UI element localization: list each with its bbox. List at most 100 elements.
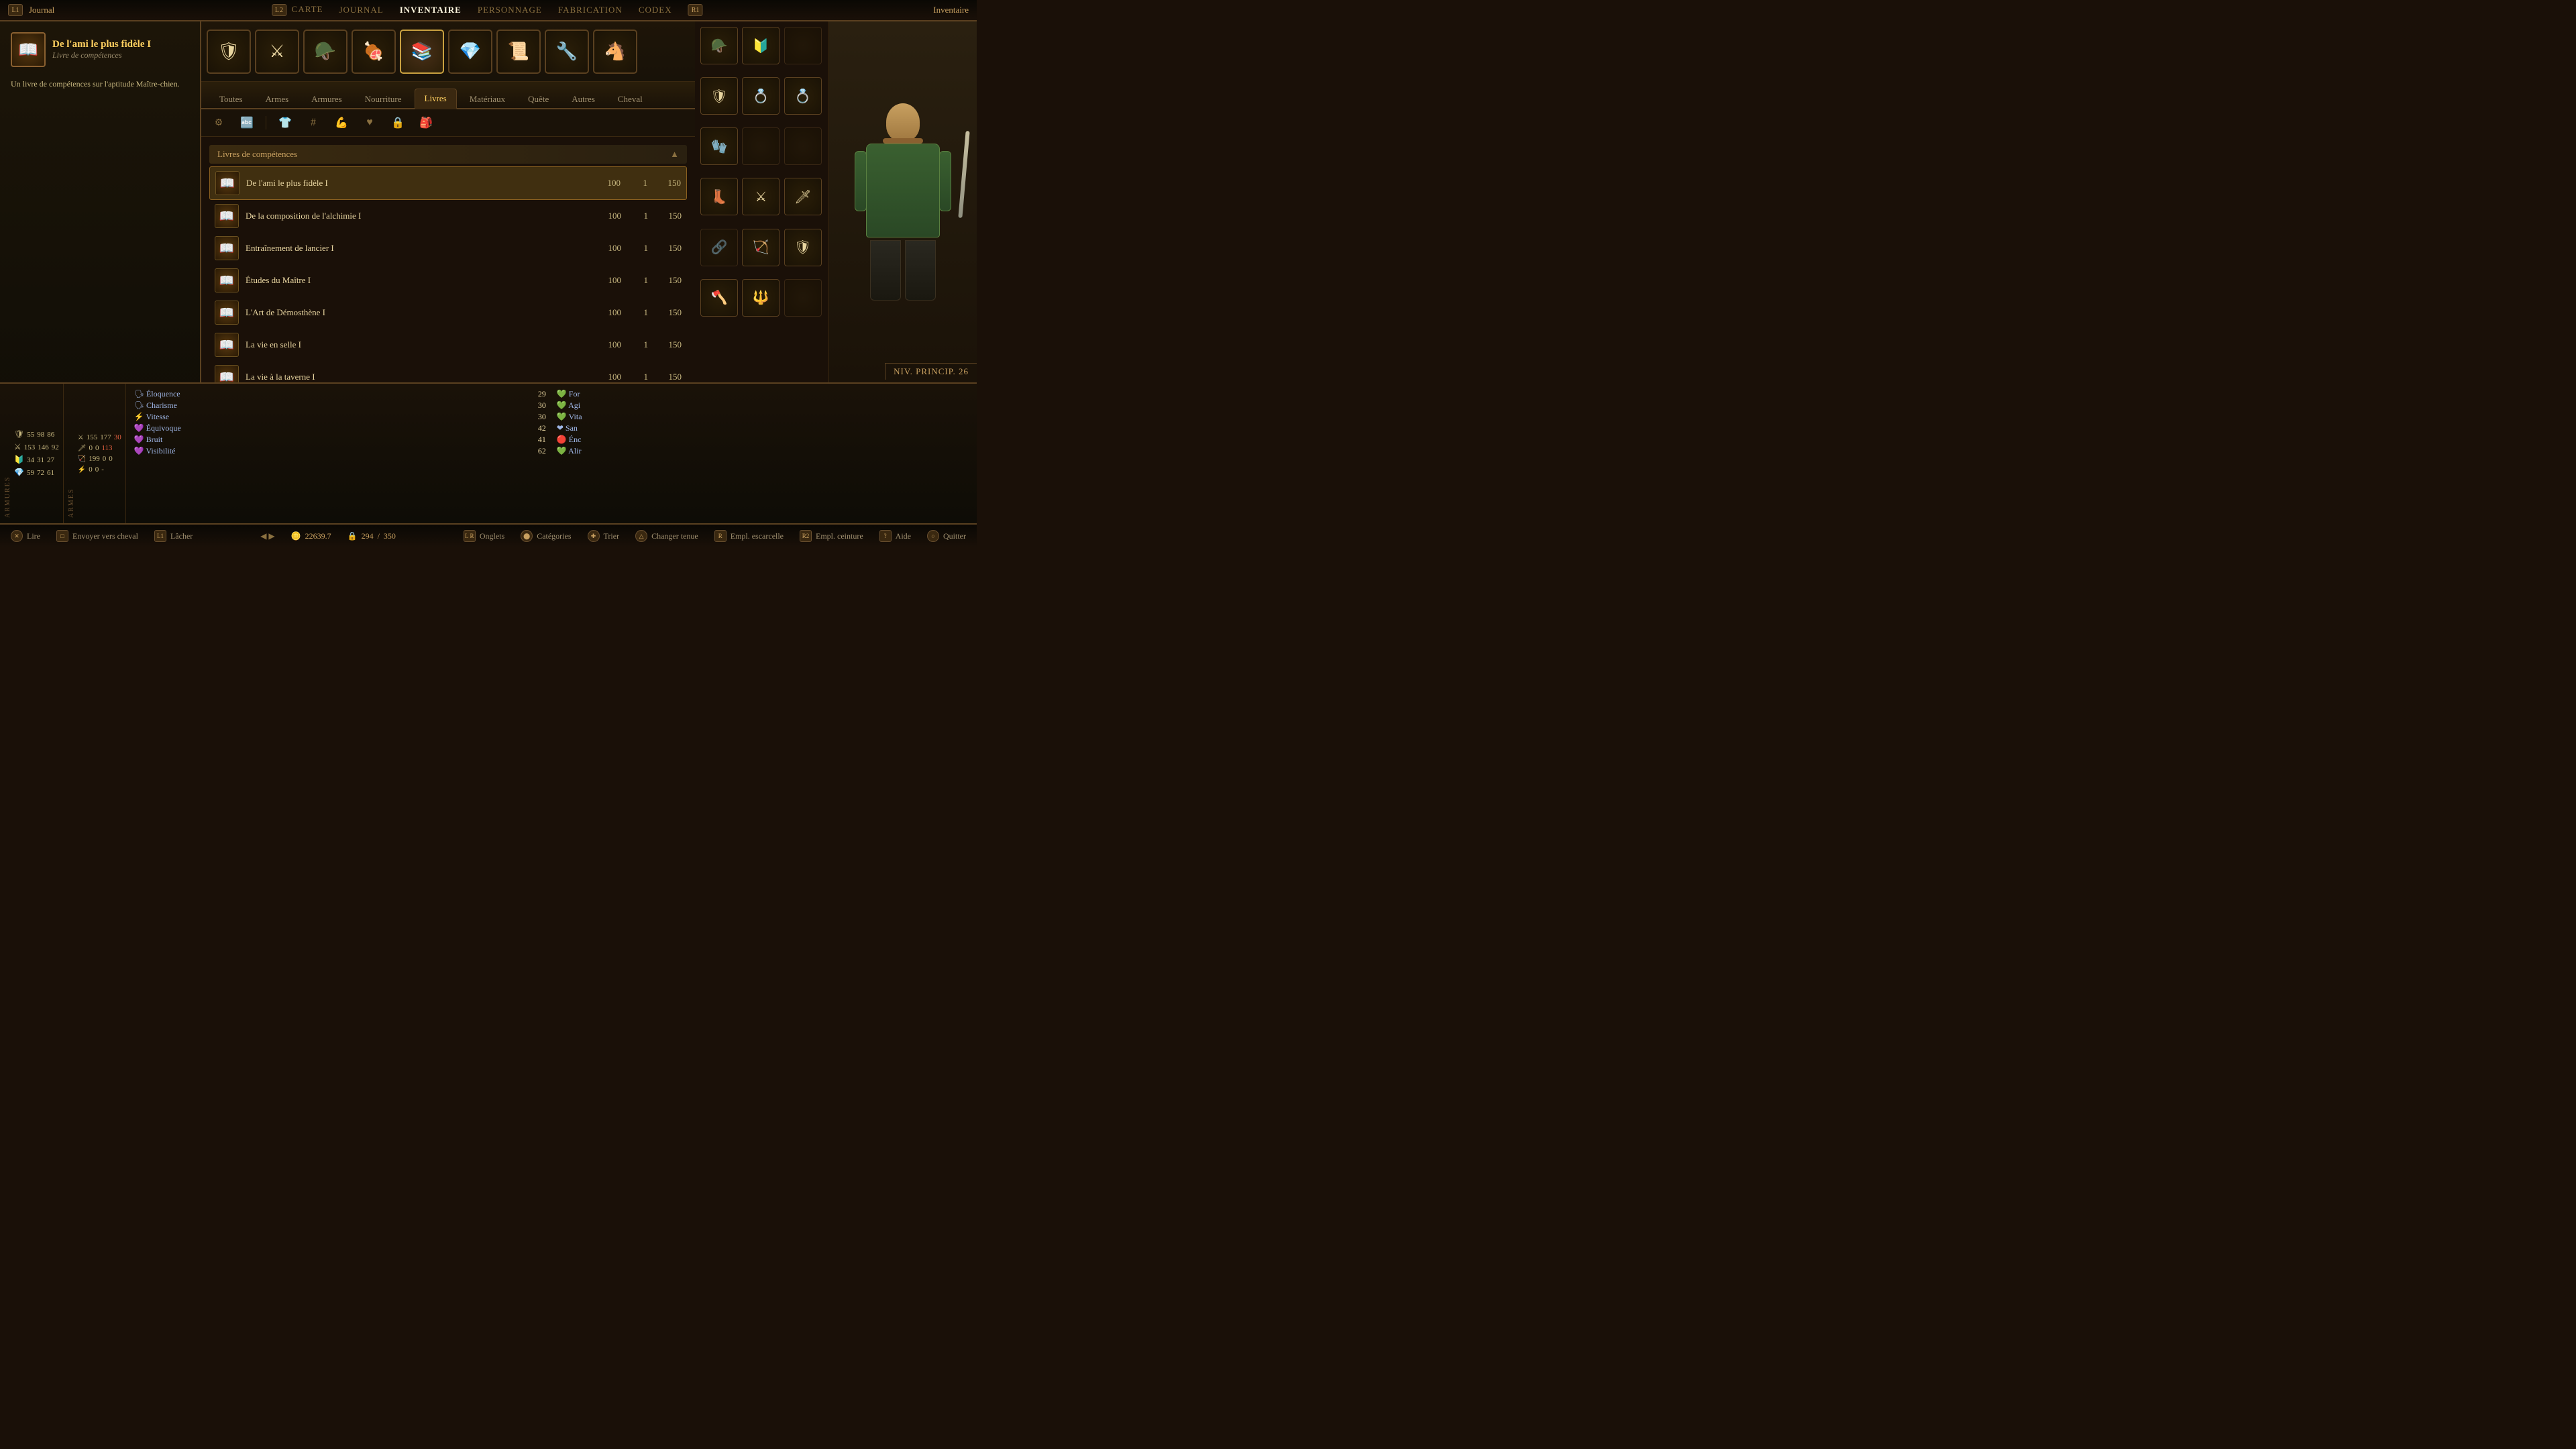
equip-slot-empty1[interactable] [784,27,822,64]
icon-weight[interactable]: 👕 [276,113,294,132]
skill-name-vita: 💚 Vita [557,412,582,422]
inv-slot-2[interactable]: 🪖 [303,30,347,74]
tab-autres[interactable]: Autres [561,89,605,109]
equip-slot-axe[interactable]: 🪓 [700,279,738,317]
journal-label: Journal [29,5,54,15]
skill-vita: 💚 Vita [557,412,969,422]
nav-codex[interactable]: CODEX [639,5,672,15]
equip-slot-ring1[interactable]: 💍 [742,77,780,115]
item-row[interactable]: 📖 L'Art de Démosthène I 100 1 150 [209,297,687,329]
skill-name-bruit: 💜 Bruit [134,435,163,445]
equip-slot-weapon1[interactable]: ⚔ [742,178,780,215]
item-qty-6: 1 [628,372,648,382]
section-scroll-arrow: ▲ [670,149,679,160]
equip-slot-boots[interactable]: 👢 [700,178,738,215]
inv-slot-1[interactable]: ⚔ [255,30,299,74]
item-val-5: 100 [594,339,621,350]
item-row[interactable]: 📖 De la composition de l'alchimie I 100 … [209,200,687,232]
equip-slot-ring2[interactable]: 💍 [784,77,822,115]
changer-tenue-label: Changer tenue [651,531,698,541]
lire-label: Lire [27,531,40,541]
btn-quitter[interactable]: ○ Quitter [927,530,966,542]
btn-envoyer-cheval[interactable]: □ Envoyer vers cheval [56,530,138,542]
inv-slot-6[interactable]: 📜 [496,30,541,74]
inv-slot-3[interactable]: 🍖 [352,30,396,74]
skill-val-bruit: 41 [538,435,546,445]
tab-livres[interactable]: Livres [415,89,457,109]
filter-icon[interactable]: ⚙ [209,113,228,132]
sort-az-icon[interactable]: 🔤 [237,113,256,132]
btn-categories[interactable]: ⬤ Catégories [521,530,571,542]
item-price-0: 150 [654,178,681,189]
skill-val-charisme: 30 [538,400,546,411]
btn-onglets[interactable]: L R Onglets [464,530,504,542]
tab-cheval[interactable]: Cheval [608,89,653,109]
equip-slot-empty5[interactable] [784,279,822,317]
item-icon-4: 📖 [215,301,239,325]
nav-journal[interactable]: JOURNAL [339,5,384,15]
l1-button[interactable]: L1 [8,4,23,16]
item-price-4: 150 [655,307,682,318]
lacher-label: Lâcher [170,531,193,541]
triangle-key: △ [635,530,647,542]
inv-slot-7[interactable]: 🔧 [545,30,589,74]
nav-personnage[interactable]: PERSONNAGE [478,5,542,15]
equip-slot-spear[interactable]: 🔱 [742,279,780,317]
item-qty-5: 1 [628,339,648,350]
btn-changer-tenue[interactable]: △ Changer tenue [635,530,698,542]
tab-armures[interactable]: Armures [301,89,352,109]
btn-lire[interactable]: ✕ Lire [11,530,40,542]
item-row[interactable]: 📖 De l'ami le plus fidèle I 100 1 150 [209,166,687,200]
tab-nourriture[interactable]: Nourriture [355,89,412,109]
nav-inventaire[interactable]: INVENTAIRE [400,5,462,15]
tab-quete[interactable]: Quête [518,89,559,109]
equip-slot-head[interactable]: 🪖 [700,27,738,64]
item-row[interactable]: 📖 Entraînement de lancier I 100 1 150 [209,232,687,264]
tab-armes[interactable]: Armes [255,89,299,109]
equip-slot-gloves[interactable]: 🧤 [700,127,738,165]
equip-slot-chest[interactable]: 🛡 [700,77,738,115]
icon-hash[interactable]: # [304,113,323,132]
equip-slot-empty2[interactable] [742,127,780,165]
btn-trier[interactable]: ✚ Trier [588,530,620,542]
weight-current: 294 [362,531,374,541]
skill-name-for: 💚 For [557,389,580,399]
btn-escarcelle[interactable]: R Empl. escarcelle [714,530,784,542]
item-val-3: 100 [594,275,621,286]
item-name-1: De la composition de l'alchimie I [246,211,588,221]
niv-badge: NIV. PRINCIP. 26 [885,363,977,380]
inv-slot-4[interactable]: 📚 [400,30,444,74]
btn-ceinture[interactable]: R2 Empl. ceinture [800,530,863,542]
inv-slot-5[interactable]: 💎 [448,30,492,74]
item-row[interactable]: 📖 La vie en selle I 100 1 150 [209,329,687,361]
character-portrait [829,21,977,382]
icon-heart[interactable]: ♥ [360,113,379,132]
equip-slot-empty3[interactable] [784,127,822,165]
item-name-6: La vie à la taverne I [246,372,588,382]
icon-strength[interactable]: 💪 [332,113,351,132]
inv-slot-8[interactable]: 🐴 [593,30,637,74]
item-icon-0: 📖 [215,171,239,195]
tab-toutes[interactable]: Toutes [209,89,252,109]
r1-button[interactable]: R1 [688,4,703,16]
nav-carte[interactable]: L2 CARTE [272,4,323,17]
item-row[interactable]: 📖 Études du Maître I 100 1 150 [209,264,687,297]
icon-lock[interactable]: 🔒 [388,113,407,132]
equip-slot-shield[interactable]: 🛡 [784,229,822,266]
btn-aide[interactable]: ? Aide [879,530,911,542]
equip-slot-weapon2[interactable]: 🗡 [784,178,822,215]
nav-arrow-left[interactable]: ◀ ▶ [260,531,274,541]
tab-materiaux[interactable]: Matériaux [460,89,515,109]
skill-san: ❤ San [557,423,969,433]
item-val-0: 100 [594,178,621,189]
item-name-2: Entraînement de lancier I [246,243,588,254]
equip-slot-shoulder[interactable]: 🔰 [742,27,780,64]
equip-slot-empty4[interactable]: 🔗 [700,229,738,266]
icon-bag[interactable]: 🎒 [417,113,435,132]
equip-slot-crossbow[interactable]: 🏹 [742,229,780,266]
skill-name-san: ❤ San [557,423,578,433]
nav-fabrication[interactable]: FABRICATION [558,5,623,15]
skill-enc: 🔴 Énc [557,435,969,445]
inv-slot-0[interactable]: 🛡 [207,30,251,74]
btn-lacher[interactable]: L1 Lâcher [154,530,193,542]
